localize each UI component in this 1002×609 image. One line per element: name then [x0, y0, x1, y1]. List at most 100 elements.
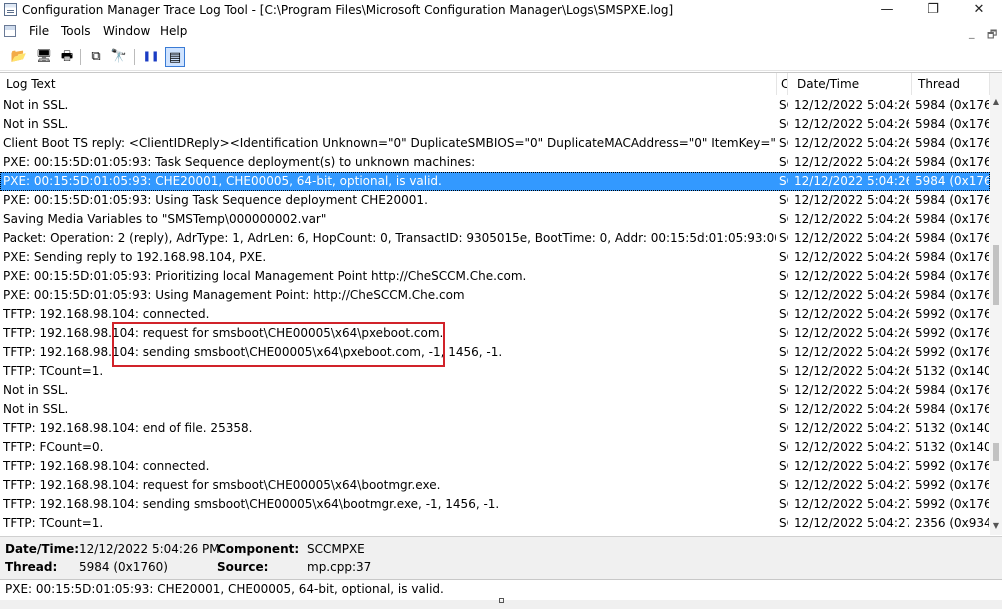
- log-text-cell: PXE: Sending reply to 192.168.98.104, PX…: [3, 250, 267, 264]
- pause-icon[interactable]: ❚❚: [141, 47, 161, 67]
- column-header-component[interactable]: C: [777, 73, 788, 95]
- restore-button[interactable]: ❐: [910, 0, 956, 21]
- log-row[interactable]: Saving Media Variables to "SMSTemp\00000…: [0, 210, 990, 229]
- toolbar-separator: [80, 49, 81, 65]
- thread-cell: 5984 (0x1760): [915, 136, 989, 150]
- log-text-cell: PXE: 00:15:5D:01:05:93: CHE20001, CHE000…: [3, 174, 442, 188]
- log-row[interactable]: TFTP: FCount=0. SC 12/12/2022 5:04:27 PM 51…: [0, 438, 990, 457]
- column-header-datetime[interactable]: Date/Time: [788, 73, 912, 95]
- thread-cell: 5984 (0x1760): [915, 250, 989, 264]
- column-header-thread[interactable]: Thread: [912, 73, 990, 95]
- menu-tools[interactable]: Tools: [61, 24, 91, 38]
- column-header-log-text[interactable]: Log Text: [0, 73, 777, 95]
- datetime-cell: 12/12/2022 5:04:26 PM: [794, 383, 909, 397]
- thread-cell: 5984 (0x1760): [915, 269, 989, 283]
- component-cell: SC: [779, 250, 788, 264]
- menu-window[interactable]: Window: [103, 24, 150, 38]
- minimize-button[interactable]: —: [864, 0, 910, 21]
- mdi-minimize-button[interactable]: _: [969, 26, 975, 39]
- scroll-up-icon[interactable]: ▲: [990, 95, 1002, 109]
- copy-icon[interactable]: ⧉: [86, 47, 106, 67]
- log-text-cell: PXE: 00:15:5D:01:05:93: Using Management…: [3, 288, 465, 302]
- component-cell: SC: [779, 345, 788, 359]
- component-cell: SC: [779, 326, 788, 340]
- source-label: Source:: [217, 560, 269, 574]
- log-text-cell: TFTP: 192.168.98.104: sending smsboot\CH…: [3, 497, 500, 511]
- datetime-cell: 12/12/2022 5:04:26 PM: [794, 402, 909, 416]
- close-button[interactable]: ✕: [956, 0, 1002, 21]
- details-pane: Date/Time: 12/12/2022 5:04:26 PM Compone…: [0, 536, 1002, 579]
- thread-cell: 5992 (0x1768): [915, 497, 989, 511]
- scroll-down-icon[interactable]: ▼: [990, 519, 1002, 533]
- datetime-cell: 12/12/2022 5:04:26 PM: [794, 212, 909, 226]
- thread-cell: 5992 (0x1768): [915, 459, 989, 473]
- component-cell: SC: [779, 117, 788, 131]
- log-grid: Log Text C Date/Time Thread Not in SSL. S…: [0, 72, 1002, 535]
- thread-cell: 5984 (0x1760): [915, 288, 989, 302]
- datetime-cell: 12/12/2022 5:04:26 PM: [794, 288, 909, 302]
- log-row[interactable]: TFTP: 192.168.98.104: end of file. 25358…: [0, 419, 990, 438]
- component-cell: SC: [779, 193, 788, 207]
- component-cell: SC: [779, 98, 788, 112]
- vertical-scrollbar[interactable]: ▲ ▼: [990, 73, 1002, 535]
- scroll-thumb[interactable]: [993, 245, 999, 305]
- log-row[interactable]: Client Boot TS reply: <ClientIDReply><Id…: [0, 134, 990, 153]
- scroll-thumb-lower[interactable]: [993, 443, 999, 461]
- app-icon: [4, 3, 17, 16]
- menu-help[interactable]: Help: [160, 24, 187, 38]
- datetime-cell: 12/12/2022 5:04:27 PM: [794, 459, 909, 473]
- thread-cell: 5992 (0x1768): [915, 345, 989, 359]
- log-row[interactable]: PXE: Sending reply to 192.168.98.104, PX…: [0, 248, 990, 267]
- datetime-cell: 12/12/2022 5:04:26 PM: [794, 269, 909, 283]
- log-row[interactable]: PXE: 00:15:5D:01:05:93: CHE20001, CHE000…: [0, 172, 990, 191]
- thread-cell: 5984 (0x1760): [915, 98, 989, 112]
- component-cell: SC: [779, 231, 788, 245]
- thread-cell: 5984 (0x1760): [915, 174, 989, 188]
- document-icon[interactable]: [4, 25, 16, 37]
- log-row[interactable]: TFTP: TCount=1. SC 12/12/2022 5:04:27 PM 23…: [0, 514, 990, 533]
- datetime-cell: 12/12/2022 5:04:26 PM: [794, 250, 909, 264]
- log-row[interactable]: PXE: 00:15:5D:01:05:93: Task Sequence de…: [0, 153, 990, 172]
- log-text-cell: Saving Media Variables to "SMSTemp\00000…: [3, 212, 327, 226]
- log-text-cell: PXE: 00:15:5D:01:05:93: Prioritizing loc…: [3, 269, 527, 283]
- print-icon[interactable]: 🖶: [57, 47, 77, 67]
- datetime-label: Date/Time:: [5, 542, 80, 556]
- log-row[interactable]: TFTP: 192.168.98.104: request for smsboo…: [0, 476, 990, 495]
- thread-cell: 5984 (0x1760): [915, 155, 989, 169]
- log-row[interactable]: PXE: 00:15:5D:01:05:93: Using Task Seque…: [0, 191, 990, 210]
- component-cell: SC: [779, 402, 788, 416]
- log-text-cell: Not in SSL.: [3, 402, 69, 416]
- log-row[interactable]: Not in SSL. SC 12/12/2022 5:04:26 PM 5984 (…: [0, 400, 990, 419]
- log-row[interactable]: Not in SSL. SC 12/12/2022 5:04:26 PM 5984 (…: [0, 115, 990, 134]
- menu-file[interactable]: File: [29, 24, 49, 38]
- message-text: PXE: 00:15:5D:01:05:93: CHE20001, CHE000…: [5, 582, 444, 596]
- log-row[interactable]: TFTP: 192.168.98.104: sending smsboot\CH…: [0, 495, 990, 514]
- datetime-value: 12/12/2022 5:04:26 PM: [79, 542, 220, 556]
- log-text-cell: PXE: 00:15:5D:01:05:93: Using Task Seque…: [3, 193, 428, 207]
- component-cell: SC: [779, 421, 788, 435]
- thread-label: Thread:: [5, 560, 58, 574]
- mdi-restore-button[interactable]: 🗗: [987, 26, 997, 45]
- toolbar: 📂 🖥 🖶 ⧉ 🔭 ❚❚ ▤: [0, 44, 1002, 71]
- highlight-icon[interactable]: ▤: [165, 47, 185, 67]
- log-text-cell: TFTP: 192.168.98.104: request for smsboo…: [3, 478, 441, 492]
- open-on-server-icon[interactable]: 🖥: [34, 47, 54, 67]
- log-row[interactable]: PXE: 00:15:5D:01:05:93: Using Management…: [0, 286, 990, 305]
- component-cell: SC: [779, 136, 788, 150]
- log-row[interactable]: Packet: Operation: 2 (reply), AdrType: 1…: [0, 229, 990, 248]
- log-row[interactable]: Not in SSL. SC 12/12/2022 5:04:26 PM 5984 (…: [0, 381, 990, 400]
- log-row[interactable]: TFTP: 192.168.98.104: connected. SC 12/12/…: [0, 457, 990, 476]
- splitter-grip-icon[interactable]: [499, 598, 504, 603]
- component-cell: SC: [779, 288, 788, 302]
- log-row[interactable]: PXE: 00:15:5D:01:05:93: Prioritizing loc…: [0, 267, 990, 286]
- component-cell: SC: [779, 478, 788, 492]
- component-cell: SC: [779, 364, 788, 378]
- thread-cell: 5984 (0x1760): [915, 231, 989, 245]
- thread-cell: 5132 (0x140C): [915, 440, 989, 454]
- datetime-cell: 12/12/2022 5:04:26 PM: [794, 174, 909, 188]
- component-cell: SC: [779, 307, 788, 321]
- component-cell: SC: [779, 497, 788, 511]
- log-row[interactable]: Not in SSL. SC 12/12/2022 5:04:26 PM 5984 (…: [0, 96, 990, 115]
- find-icon[interactable]: 🔭: [109, 47, 129, 67]
- open-icon[interactable]: 📂: [9, 47, 29, 67]
